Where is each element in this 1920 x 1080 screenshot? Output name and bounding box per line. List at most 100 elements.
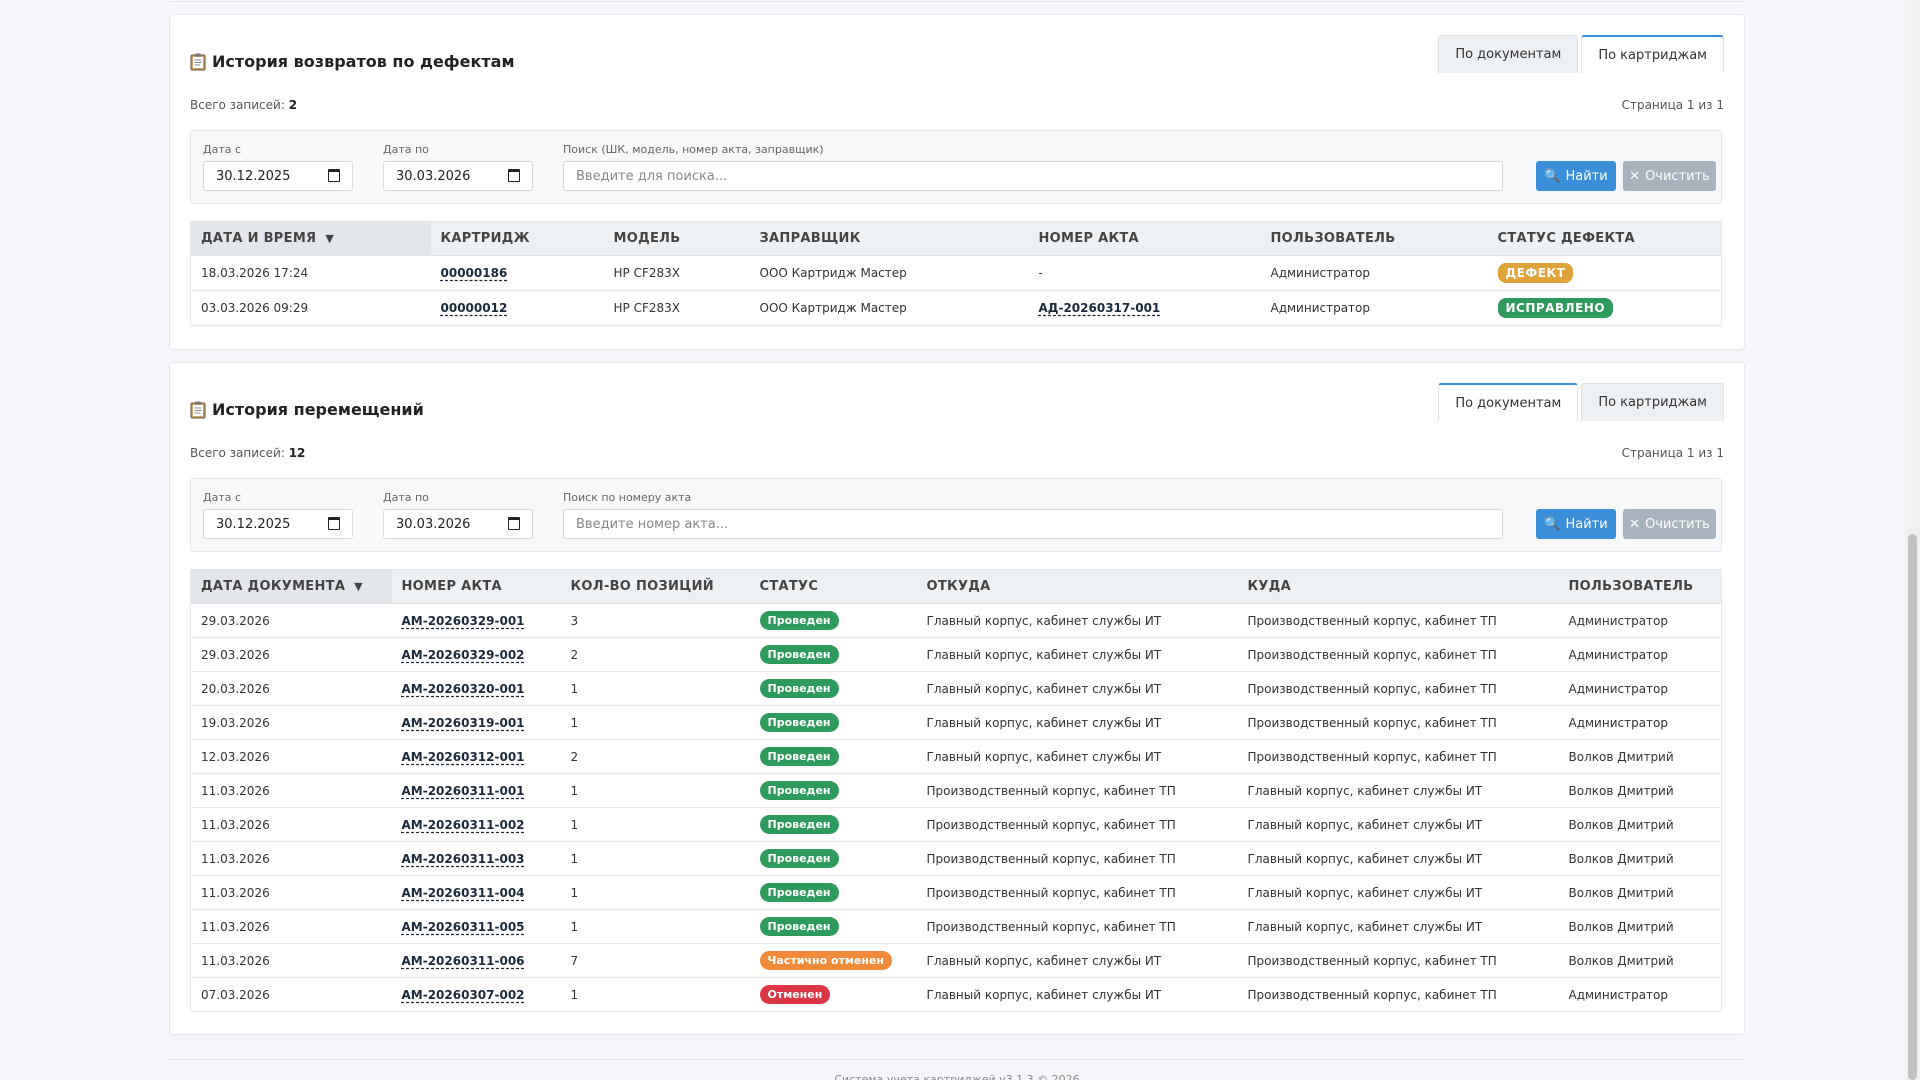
search-input[interactable]: Введите номер акта... bbox=[563, 509, 1503, 539]
col-user[interactable]: Пользователь bbox=[1558, 569, 1722, 604]
act-number-link[interactable]: АМ-20260311-004 bbox=[402, 886, 525, 900]
act-number-link[interactable]: АМ-20260329-002 bbox=[402, 648, 525, 662]
cell-positions-count: 1 bbox=[560, 841, 750, 876]
clear-button[interactable]: ✕ Очистить bbox=[1623, 161, 1716, 191]
cell-doc-date: 11.03.2026 bbox=[190, 875, 392, 910]
calendar-icon[interactable] bbox=[508, 517, 520, 530]
clear-label: Очистить bbox=[1645, 168, 1710, 184]
act-number-link[interactable]: АМ-20260311-001 bbox=[402, 784, 525, 798]
date-to-value: 30.03.2026 bbox=[396, 516, 471, 532]
doc-date: 11.03.2026 bbox=[201, 817, 270, 832]
user: Администратор bbox=[1270, 301, 1371, 315]
moves-title-text: История перемещений bbox=[212, 400, 424, 419]
col-act-number[interactable]: Номер акта bbox=[391, 569, 561, 604]
doc-date: 29.03.2026 bbox=[201, 613, 270, 628]
act-number-link[interactable]: АМ-20260320-001 bbox=[402, 682, 525, 696]
sort-desc-icon: ▼ bbox=[350, 580, 363, 593]
scrollbar-thumb[interactable] bbox=[1908, 534, 1917, 1080]
cell-act-number: АД-20260317-001 bbox=[1028, 290, 1261, 326]
status-badge: Проведен bbox=[759, 849, 839, 868]
col-defect-status[interactable]: Статус дефекта bbox=[1487, 221, 1722, 256]
tab-by-cartridges[interactable]: По картриджам bbox=[1581, 383, 1724, 421]
to-location: Главный корпус, кабинет службы ИТ bbox=[1247, 817, 1483, 832]
cartridge-link[interactable]: 00000186 bbox=[441, 266, 508, 280]
cell-act-number: АМ-20260311-005 bbox=[391, 909, 561, 944]
col-refiller[interactable]: Заправщик bbox=[749, 221, 1029, 256]
col-cartridge[interactable]: Картридж bbox=[430, 221, 604, 256]
cell-user: Волков Дмитрий bbox=[1558, 807, 1722, 842]
col-from[interactable]: Откуда bbox=[916, 569, 1238, 604]
table-row: 12.03.2026 АМ-20260312-001 2 Проведен Главны… bbox=[190, 739, 1722, 774]
defects-table-body: 18.03.2026 17:24 00000186 HP CF283X ООО Кар… bbox=[190, 255, 1722, 326]
cell-doc-date: 12.03.2026 bbox=[190, 739, 392, 774]
col-act-number[interactable]: Номер акта bbox=[1028, 221, 1261, 256]
cell-user: Администратор bbox=[1260, 290, 1488, 326]
col-status[interactable]: Статус bbox=[749, 569, 917, 604]
date-to-input[interactable]: 30.03.2026 bbox=[383, 509, 533, 539]
doc-date: 11.03.2026 bbox=[201, 953, 270, 968]
cell-user: Волков Дмитрий bbox=[1558, 943, 1722, 978]
cell-date-time: 18.03.2026 17:24 bbox=[190, 255, 431, 291]
calendar-icon[interactable] bbox=[328, 169, 340, 182]
table-row: 11.03.2026 АМ-20260311-002 1 Проведен Произв… bbox=[190, 807, 1722, 842]
cell-act-number: АМ-20260311-006 bbox=[391, 943, 561, 978]
status-badge: Проведен bbox=[759, 611, 839, 630]
cell-status: Проведен bbox=[749, 705, 917, 740]
date-from-input[interactable]: 30.12.2025 bbox=[203, 509, 353, 539]
find-button[interactable]: 🔍 Найти bbox=[1536, 161, 1616, 191]
cell-positions-count: 2 bbox=[560, 739, 750, 774]
cell-from: Производственный корпус, кабинет ТП bbox=[916, 909, 1238, 944]
clipboard-icon bbox=[190, 401, 206, 419]
positions-count: 1 bbox=[570, 681, 579, 696]
moves-header-row: Дата документа ▼ Номер акта Кол-во позиц… bbox=[190, 569, 1722, 604]
act-number-link[interactable]: АД-20260317-001 bbox=[1039, 301, 1161, 315]
cartridge-link[interactable]: 00000012 bbox=[441, 301, 508, 315]
col-user[interactable]: Пользователь bbox=[1260, 221, 1488, 256]
positions-count: 1 bbox=[570, 885, 579, 900]
col-doc-date[interactable]: Дата документа ▼ bbox=[190, 569, 392, 604]
tab-by-documents[interactable]: По документам bbox=[1438, 35, 1579, 73]
act-number-link[interactable]: АМ-20260307-002 bbox=[402, 988, 525, 1002]
page-scrollbar[interactable] bbox=[1905, 0, 1920, 1080]
moves-tabs: По документам По картриджам bbox=[1438, 383, 1724, 421]
cell-doc-date: 11.03.2026 bbox=[190, 909, 392, 944]
act-number-link[interactable]: АМ-20260319-001 bbox=[402, 716, 525, 730]
date-from-input[interactable]: 30.12.2025 bbox=[203, 161, 353, 191]
find-button[interactable]: 🔍 Найти bbox=[1536, 509, 1616, 539]
cell-act-number: АМ-20260329-001 bbox=[391, 603, 561, 638]
tab-by-cartridges[interactable]: По картриджам bbox=[1581, 35, 1724, 73]
user: Волков Дмитрий bbox=[1568, 783, 1674, 798]
calendar-icon[interactable] bbox=[328, 517, 340, 530]
cell-to: Производственный корпус, кабинет ТП bbox=[1237, 739, 1559, 774]
positions-count: 1 bbox=[570, 851, 579, 866]
act-number-link[interactable]: АМ-20260311-002 bbox=[402, 818, 525, 832]
total-label: Всего записей: bbox=[190, 98, 285, 112]
date-from-label: Дата с bbox=[203, 491, 242, 504]
moves-card-header: История перемещений По документам По кар… bbox=[170, 363, 1744, 425]
search-input[interactable]: Введите для поиска... bbox=[563, 161, 1503, 191]
positions-count: 1 bbox=[570, 919, 579, 934]
act-number-link[interactable]: АМ-20260311-006 bbox=[402, 954, 525, 968]
act-number-link[interactable]: АМ-20260312-001 bbox=[402, 750, 525, 764]
act-number-link[interactable]: АМ-20260311-005 bbox=[402, 920, 525, 934]
cell-status: Проведен bbox=[749, 739, 917, 774]
col-positions-count[interactable]: Кол-во позиций bbox=[560, 569, 750, 604]
date-time: 18.03.2026 17:24 bbox=[201, 266, 309, 280]
act-number-link[interactable]: АМ-20260311-003 bbox=[402, 852, 525, 866]
cell-from: Главный корпус, кабинет службы ИТ bbox=[916, 603, 1238, 638]
cell-from: Производственный корпус, кабинет ТП bbox=[916, 773, 1238, 808]
moves-table-body: 29.03.2026 АМ-20260329-001 3 Проведен Главны… bbox=[190, 603, 1722, 1012]
cell-from: Главный корпус, кабинет службы ИТ bbox=[916, 637, 1238, 672]
col-to[interactable]: Куда bbox=[1237, 569, 1559, 604]
from-location: Главный корпус, кабинет службы ИТ bbox=[926, 987, 1162, 1002]
clear-button[interactable]: ✕ Очистить bbox=[1623, 509, 1716, 539]
calendar-icon[interactable] bbox=[508, 169, 520, 182]
search-placeholder: Введите номер акта... bbox=[576, 516, 729, 532]
act-number-link[interactable]: АМ-20260329-001 bbox=[402, 614, 525, 628]
cell-status: Проведен bbox=[749, 637, 917, 672]
date-to-input[interactable]: 30.03.2026 bbox=[383, 161, 533, 191]
col-model[interactable]: Модель bbox=[603, 221, 750, 256]
tab-by-documents[interactable]: По документам bbox=[1438, 383, 1579, 421]
moves-filter-panel: Дата с 30.12.2025 Дата по 30.03.2026 Пои… bbox=[190, 478, 1722, 552]
col-date-time[interactable]: Дата и время ▼ bbox=[190, 221, 431, 256]
